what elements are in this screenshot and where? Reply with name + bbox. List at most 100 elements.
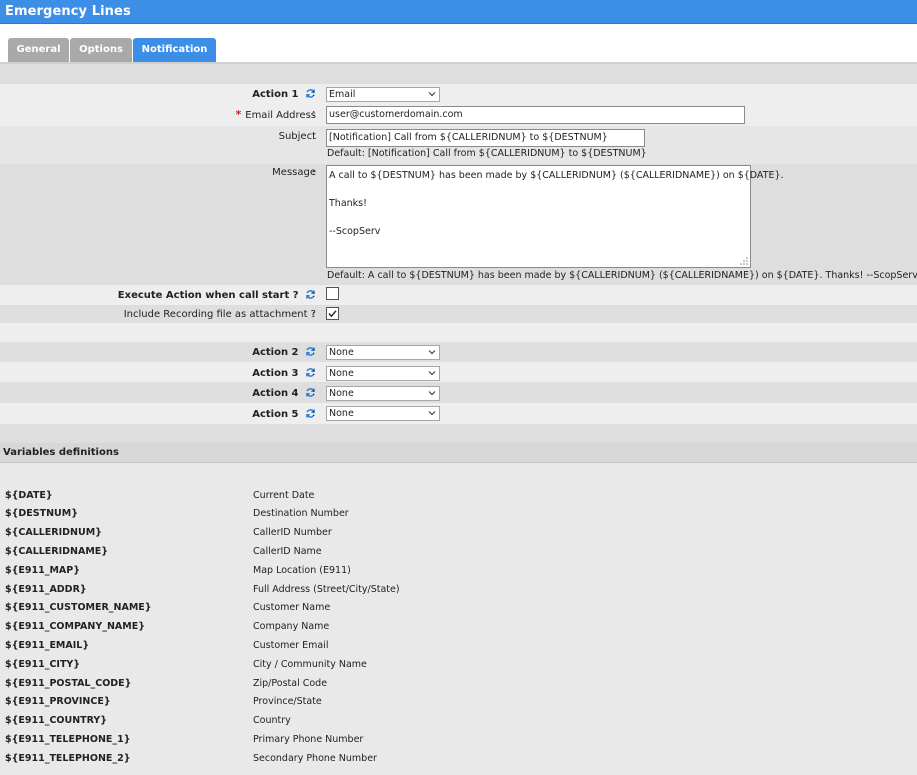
action2-value: None [329, 347, 354, 358]
variables-table: ${DATE} Current Date ${DESTNUM} Destinatio… [0, 463, 917, 775]
table-row: ${E911_COMPANY_NAME} Company Name [0, 621, 917, 640]
variable-name: ${E911_CUSTOMER_NAME} [5, 602, 152, 613]
table-row: ${DESTNUM} Destination Number [0, 508, 917, 527]
message-colon: : [312, 167, 316, 178]
variable-description: Secondary Phone Number [253, 753, 377, 764]
row-action2 [0, 342, 917, 362]
subject-default-hint: Default: [Notification] Call from ${CALL… [327, 148, 647, 159]
action2-select[interactable]: None [326, 345, 440, 360]
variable-name: ${DESTNUM} [5, 508, 78, 519]
chevron-down-icon [428, 391, 436, 396]
variable-name: ${DATE} [5, 490, 53, 501]
action5-colon: : [312, 408, 316, 419]
action1-value: Email [329, 89, 356, 100]
message-line: --ScopServ [329, 226, 381, 237]
include-recording-checkbox[interactable] [326, 307, 339, 320]
row-action1 [0, 84, 917, 104]
variable-description: Destination Number [253, 508, 349, 519]
row-action4 [0, 382, 917, 403]
resize-grip-icon[interactable] [740, 257, 748, 265]
action1-label: Action 1 [252, 88, 316, 100]
table-row: ${E911_POSTAL_CODE} Zip/Postal Code [0, 678, 917, 697]
variable-name: ${E911_PROVINCE} [5, 696, 111, 707]
include-recording-colon: : [312, 309, 316, 320]
action3-colon: : [312, 367, 316, 378]
message-line: Thanks! [329, 198, 367, 209]
action3-label: Action 3 [252, 367, 316, 379]
variable-description: CallerID Name [253, 546, 322, 557]
execute-start-colon: : [312, 289, 316, 300]
variable-name: ${E911_TELEPHONE_1} [5, 734, 131, 745]
tab-options[interactable]: Options [70, 38, 132, 62]
table-row: ${E911_COUNTRY} Country [0, 715, 917, 734]
variable-description: Primary Phone Number [253, 734, 364, 745]
chevron-down-icon [428, 92, 436, 97]
table-row: ${E911_PROVINCE} Province/State [0, 696, 917, 715]
action4-value: None [329, 388, 354, 399]
subject-field[interactable]: [Notification] Call from ${CALLERIDNUM} … [326, 129, 645, 147]
window-title: Emergency Lines [5, 4, 131, 19]
variable-name: ${E911_POSTAL_CODE} [5, 678, 132, 689]
table-row: ${E911_TELEPHONE_2} Secondary Phone Numbe… [0, 753, 917, 772]
variable-name: ${E911_COUNTRY} [5, 715, 108, 726]
row-action5 [0, 403, 917, 424]
include-recording-label: Include Recording file as attachment ? [123, 309, 316, 320]
action5-value: None [329, 408, 354, 419]
tab-general[interactable]: General [8, 38, 69, 62]
action5-select[interactable]: None [326, 406, 440, 421]
tab-notification[interactable]: Notification [133, 38, 216, 62]
variable-description: Company Name [253, 621, 330, 632]
variable-description: Customer Name [253, 602, 331, 613]
variables-section-header: Variables definitions [0, 443, 917, 463]
row-action3 [0, 362, 917, 382]
action3-value: None [329, 368, 354, 379]
table-row: ${E911_CUSTOMER_NAME} Customer Name [0, 602, 917, 621]
execute-start-checkbox[interactable] [326, 287, 339, 300]
email-colon: : [312, 108, 316, 119]
execute-start-label: Execute Action when call start ? [118, 289, 316, 301]
message-textarea[interactable]: A call to ${DESTNUM} has been made by ${… [326, 165, 784, 268]
variable-name: ${CALLERIDNUM} [5, 527, 102, 538]
table-row: ${E911_CITY} City / Community Name [0, 659, 917, 678]
action5-label: Action 5 [252, 408, 316, 420]
table-row: ${DATE} Current Date [0, 490, 917, 509]
action3-select[interactable]: None [326, 366, 440, 381]
action4-select[interactable]: None [326, 386, 440, 401]
chevron-down-icon [428, 350, 436, 355]
variable-name: ${CALLERIDNAME} [5, 546, 109, 557]
variable-description: Zip/Postal Code [253, 678, 328, 689]
variable-description: Full Address (Street/City/State) [253, 584, 400, 595]
email-field[interactable]: user@customerdomain.com [326, 106, 745, 124]
email-label: * Email Address [235, 108, 316, 121]
action1-colon: : [312, 88, 316, 99]
required-marker: * [235, 108, 242, 121]
row-footer-spacer [0, 424, 917, 443]
action1-select[interactable]: Email [326, 87, 440, 102]
variable-description: Province/State [253, 696, 322, 707]
action2-label: Action 2 [252, 346, 316, 358]
table-row: ${CALLERIDNAME} CallerID Name [0, 546, 917, 565]
form-header-strip [0, 64, 917, 84]
subject-label: Subject [278, 131, 316, 142]
action4-colon: : [312, 387, 316, 398]
message-line: A call to ${DESTNUM} has been made by ${… [329, 170, 784, 181]
row-spacer [0, 323, 917, 342]
message-label: Message [272, 167, 316, 178]
title-bar: Emergency Lines [0, 0, 917, 24]
variable-description: Map Location (E911) [253, 565, 351, 576]
table-row: ${E911_MAP} Map Location (E911) [0, 565, 917, 584]
action4-label: Action 4 [252, 387, 316, 399]
message-line [329, 183, 748, 197]
variable-name: ${E911_ADDR} [5, 584, 87, 595]
variable-description: Country [253, 715, 291, 726]
checkmark-icon [328, 310, 337, 318]
variable-name: ${E911_TELEPHONE_2} [5, 753, 131, 764]
variables-title: Variables definitions [3, 447, 119, 458]
variable-description: CallerID Number [253, 527, 332, 538]
table-row: ${CALLERIDNUM} CallerID Number [0, 527, 917, 546]
chevron-down-icon [428, 411, 436, 416]
variable-name: ${E911_CITY} [5, 659, 81, 670]
variable-description: City / Community Name [253, 659, 367, 670]
table-row: ${E911_ADDR} Full Address (Street/City/St… [0, 584, 917, 603]
message-default-hint: Default: A call to ${DESTNUM} has been m… [327, 270, 917, 281]
